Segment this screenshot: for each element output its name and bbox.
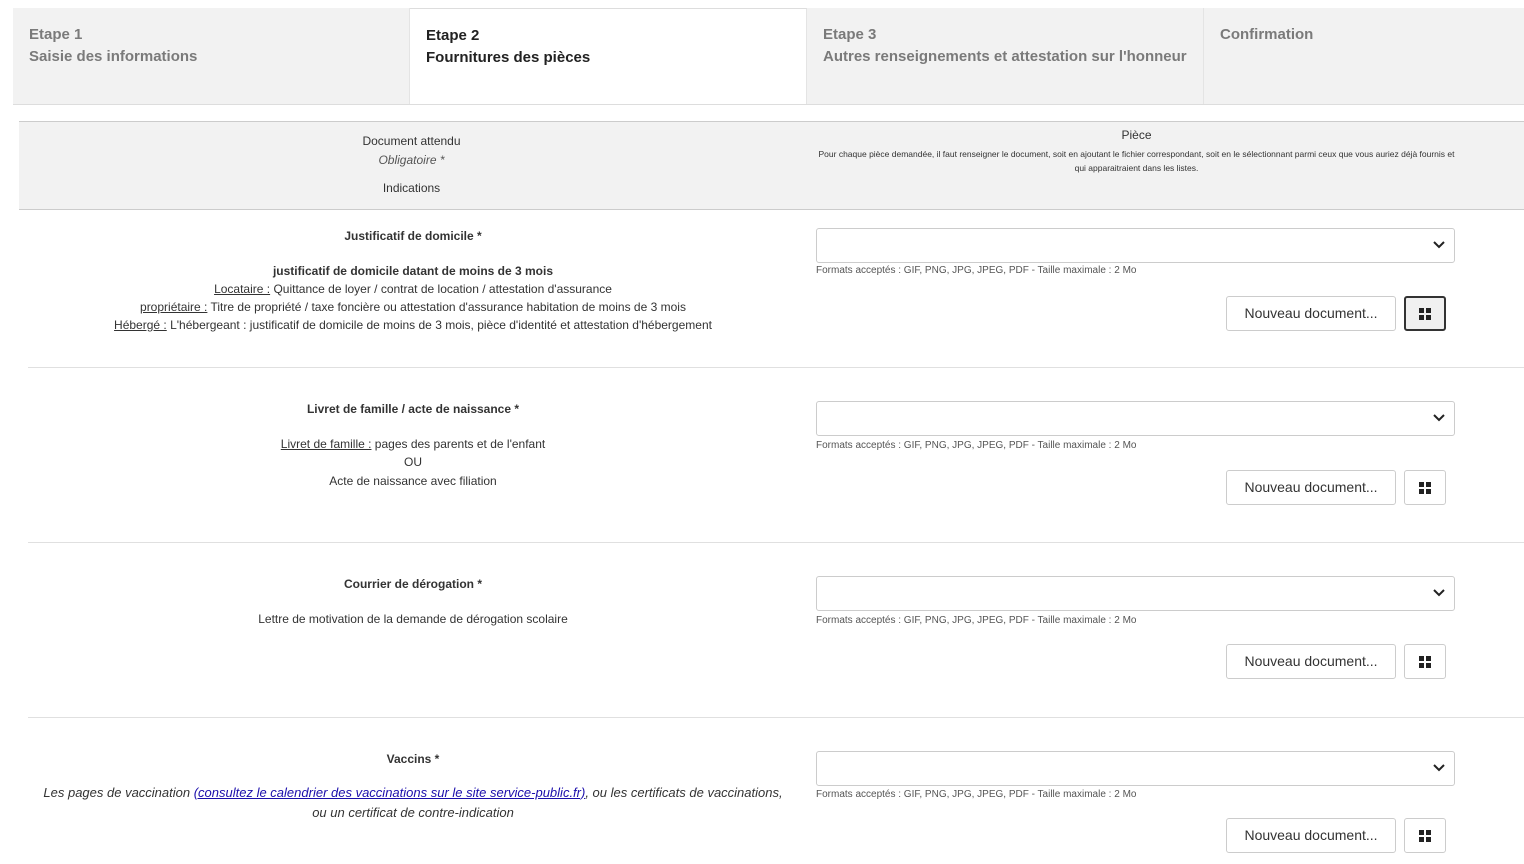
livret-document-select[interactable] (816, 401, 1455, 436)
step-3-number: Etape 3 (823, 26, 877, 43)
derogation-title: Courrier de dérogation * (343, 577, 483, 591)
step-1-number: Etape 1 (29, 26, 83, 43)
row-courrier-derogation: Courrier de dérogation * Lettre de motiv… (28, 543, 1524, 718)
domicile-proprietaire-text: Titre de propriété / taxe foncière ou at… (207, 300, 686, 314)
header-piece-help: Pour chaque pièce demandée, il faut rens… (818, 149, 1455, 173)
header-document-title: Document attendu (362, 134, 461, 148)
grid-icon (1419, 307, 1431, 320)
table-header: Document attendu Obligatoire * Indicatio… (19, 121, 1524, 210)
domicile-heberge-label: Hébergé : (114, 318, 167, 332)
vaccins-formats-note: Formats acceptés : GIF, PNG, JPG, JPEG, … (816, 789, 1137, 800)
livret-acte-text: Acte de naissance avec filiation (329, 473, 497, 488)
grid-icon (1419, 829, 1431, 842)
vaccins-title: Vaccins * (386, 752, 440, 766)
derogation-new-document-button[interactable]: Nouveau document... (1226, 644, 1396, 679)
derogation-browse-button[interactable] (1404, 644, 1446, 679)
derogation-description: Courrier de dérogation * Lettre de motiv… (28, 575, 798, 628)
domicile-proprietaire-label: propriétaire : (140, 300, 208, 314)
vaccins-text-start: Les pages de vaccination (43, 784, 194, 800)
step-2[interactable]: Etape 2 Fournitures des pièces (410, 8, 807, 104)
domicile-heberge-text: L'hébergeant : justificatif de domicile … (166, 318, 712, 332)
header-piece-title: Pièce (1121, 128, 1152, 142)
domicile-locataire-text: Quittance de loyer / contrat de location… (270, 282, 612, 296)
vaccins-document-select[interactable] (816, 751, 1455, 786)
step-confirmation[interactable]: Confirmation (1204, 8, 1524, 104)
livret-or: OU (404, 455, 422, 469)
livret-new-document-button[interactable]: Nouveau document... (1226, 470, 1396, 505)
derogation-formats-note: Formats acceptés : GIF, PNG, JPG, JPEG, … (816, 615, 1137, 626)
livret-description: Livret de famille / acte de naissance * … (28, 400, 798, 490)
step-3[interactable]: Etape 3 Autres renseignements et attesta… (807, 8, 1204, 104)
domicile-description: Justificatif de domicile * justificatif … (28, 227, 798, 334)
livret-famille-label: Livret de famille : (280, 436, 372, 451)
livret-title: Livret de famille / acte de naissance * (306, 402, 520, 416)
steps-nav: Etape 1 Saisie des informations Etape 2 … (13, 8, 1524, 105)
step-2-label: Fournitures des pièces (426, 49, 591, 66)
step-2-number: Etape 2 (426, 27, 480, 44)
vaccins-calendar-link[interactable]: (consultez le calendrier des vaccination… (194, 785, 586, 800)
domicile-formats-note: Formats acceptés : GIF, PNG, JPG, JPEG, … (816, 265, 1137, 276)
row-vaccins: Vaccins * Les pages de vaccination (cons… (28, 718, 1524, 864)
derogation-text: Lettre de motivation de la demande de dé… (258, 611, 568, 626)
domicile-locataire-label: Locataire : (214, 282, 271, 296)
vaccins-browse-button[interactable] (1404, 818, 1446, 853)
step-1[interactable]: Etape 1 Saisie des informations (13, 8, 410, 104)
domicile-browse-button[interactable] (1404, 296, 1446, 331)
derogation-document-select[interactable] (816, 576, 1455, 611)
grid-icon (1419, 655, 1431, 668)
header-required-note: Obligatoire * (378, 153, 445, 167)
header-piece-col: Pièce Pour chaque pièce demandée, il fau… (814, 122, 1459, 209)
livret-formats-note: Formats acceptés : GIF, PNG, JPG, JPEG, … (816, 440, 1137, 451)
vaccins-description: Vaccins * Les pages de vaccination (cons… (28, 750, 798, 823)
domicile-subtitle: justificatif de domicile datant de moins… (272, 263, 554, 278)
row-livret-famille: Livret de famille / acte de naissance * … (28, 368, 1524, 543)
step-1-label: Saisie des informations (29, 48, 198, 65)
domicile-title: Justificatif de domicile * (344, 229, 482, 243)
header-document-col: Document attendu Obligatoire * Indicatio… (19, 122, 804, 209)
header-indications: Indications (382, 181, 441, 195)
step-3-label: Autres renseignements et attestation sur… (823, 48, 1187, 65)
domicile-document-select[interactable] (816, 228, 1455, 263)
livret-famille-text: pages des parents et de l'enfant (371, 436, 546, 451)
grid-icon (1419, 481, 1431, 494)
row-justificatif-domicile: Justificatif de domicile * justificatif … (28, 210, 1524, 368)
livret-browse-button[interactable] (1404, 470, 1446, 505)
domicile-new-document-button[interactable]: Nouveau document... (1226, 296, 1396, 331)
step-confirmation-label: Confirmation (1220, 26, 1314, 43)
vaccins-new-document-button[interactable]: Nouveau document... (1226, 818, 1396, 853)
